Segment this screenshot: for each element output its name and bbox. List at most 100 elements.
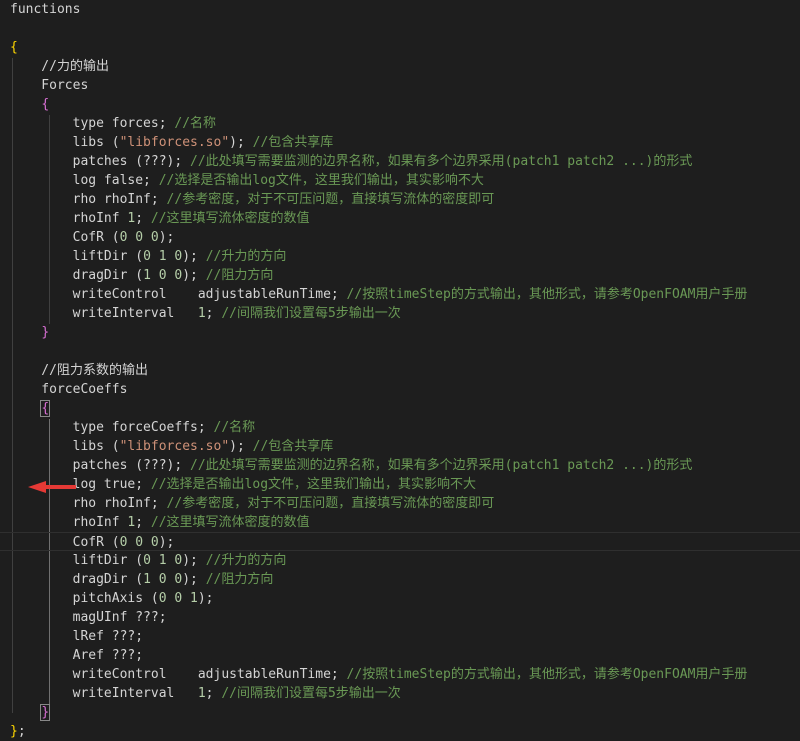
code-token: //参考密度，对于不可压问题，直接填写流体的密度即可 — [166, 192, 495, 207]
code-line[interactable]: { — [0, 399, 800, 418]
code-token: //包含共享库 — [252, 135, 334, 150]
code-token: ; — [205, 306, 222, 321]
code-line[interactable]: lRef ???; — [0, 627, 800, 646]
code-token: ); — [229, 135, 253, 150]
code-line[interactable]: Aref ???; — [0, 646, 800, 665]
code-line[interactable]: forceCoeffs — [0, 380, 800, 399]
code-token: ); — [182, 553, 206, 568]
code-token: rho rhoInf; — [10, 192, 167, 207]
code-line[interactable]: libs ("libforces.so"); //包含共享库 — [0, 437, 800, 456]
code-line[interactable]: rho rhoInf; //参考密度，对于不可压问题，直接填写流体的密度即可 — [0, 494, 800, 513]
code-token: patches (???); — [10, 458, 191, 473]
code-line[interactable]: log true; //选择是否输出log文件，这里我们输出，其实影响不大 — [0, 475, 800, 494]
code-token: ; — [135, 515, 151, 530]
code-token: ; — [17, 724, 26, 739]
code-line[interactable]: writeInterval 1; //间隔我们设置每5步输出一次 — [0, 304, 800, 323]
code-token: type forceCoeffs — [10, 420, 198, 435]
code-line[interactable]: writeInterval 1; //间隔我们设置每5步输出一次 — [0, 684, 800, 703]
code-line[interactable]: pitchAxis (0 0 1); — [0, 589, 800, 608]
code-token: "libforces.so" — [119, 439, 230, 454]
code-token: 1 0 0 — [143, 572, 183, 587]
code-line[interactable]: dragDir (1 0 0); //阻力方向 — [0, 266, 800, 285]
code-line[interactable]: liftDir (0 1 0); //升力的方向 — [0, 247, 800, 266]
code-token: //升力的方向 — [205, 553, 287, 568]
code-token: rhoInf — [10, 211, 128, 226]
code-token: lRef ???; — [10, 629, 144, 644]
code-token: rho rhoInf; — [10, 496, 167, 511]
code-line[interactable]: rhoInf 1; //这里填写流体密度的数值 — [0, 513, 800, 532]
code-token: } — [40, 704, 51, 721]
code-line[interactable]: patches (???); //此处填写需要监测的边界名称，如果有多个边界采用… — [0, 456, 800, 475]
code-token: liftDir ( — [10, 249, 144, 264]
code-token: writeControl adjustableRunTime; — [10, 287, 347, 302]
code-token: functions — [10, 2, 81, 17]
code-line[interactable]: //力的输出 — [0, 57, 800, 76]
code-line[interactable]: dragDir (1 0 0); //阻力方向 — [0, 570, 800, 589]
code-token: } — [41, 325, 50, 340]
code-line[interactable]: type forces; //名称 — [0, 114, 800, 133]
code-token: libs ( — [10, 135, 120, 150]
code-line[interactable]: { — [0, 95, 800, 114]
code-token: //按照timeStep的方式输出，其他形式，请参考OpenFOAM用户手册 — [346, 287, 748, 302]
code-line[interactable]: rho rhoInf; //参考密度，对于不可压问题，直接填写流体的密度即可 — [0, 190, 800, 209]
code-token: liftDir ( — [10, 553, 144, 568]
code-token: ); — [197, 591, 214, 606]
code-token: dragDir ( — [10, 268, 144, 283]
code-line[interactable]: liftDir (0 1 0); //升力的方向 — [0, 551, 800, 570]
code-line[interactable] — [0, 342, 800, 361]
code-line[interactable]: { — [0, 38, 800, 57]
code-token: //选择是否输出log文件，这里我们输出，其实影响不大 — [150, 477, 477, 492]
code-token: forceCoeffs — [10, 382, 128, 397]
code-token: //阻力方向 — [205, 572, 274, 587]
code-line[interactable]: writeControl adjustableRunTime; //按照time… — [0, 285, 800, 304]
code-token: libs ( — [10, 439, 120, 454]
code-token: dragDir ( — [10, 572, 144, 587]
code-token: //力的输出 — [10, 59, 109, 74]
code-line[interactable]: Forces — [0, 76, 800, 95]
code-token: CofR ( — [10, 535, 120, 550]
code-token: { — [10, 40, 18, 55]
code-line[interactable]: writeControl adjustableRunTime; //按照time… — [0, 665, 800, 684]
code-line[interactable] — [0, 19, 800, 38]
code-line[interactable]: //阻力系数的输出 — [0, 361, 800, 380]
code-token: //包含共享库 — [252, 439, 334, 454]
code-token: rhoInf — [10, 515, 128, 530]
code-token: //按照timeStep的方式输出，其他形式，请参考OpenFOAM用户手册 — [346, 667, 748, 682]
code-token: writeInterval — [10, 686, 198, 701]
code-line[interactable]: log false; //选择是否输出log文件，这里我们输出，其实影响不大 — [0, 171, 800, 190]
code-token: //参考密度，对于不可压问题，直接填写流体的密度即可 — [166, 496, 495, 511]
code-token: //升力的方向 — [205, 249, 287, 264]
code-line[interactable]: } — [0, 323, 800, 342]
code-token: //选择是否输出log文件，这里我们输出，其实影响不大 — [158, 173, 484, 188]
code-token: ); — [182, 268, 206, 283]
code-token: //这里填写流体密度的数值 — [150, 515, 310, 530]
code-token: CofR ( — [10, 230, 120, 245]
code-line[interactable]: type forceCoeffs; //名称 — [0, 418, 800, 437]
code-token: 1 0 0 — [143, 268, 183, 283]
code-line[interactable]: }; — [0, 722, 800, 741]
code-line[interactable]: functions — [0, 0, 800, 19]
code-token: 0 1 0 — [143, 249, 183, 264]
code-line[interactable]: magUInf ???; — [0, 608, 800, 627]
code-token: //名称 — [174, 116, 217, 131]
code-line[interactable]: rhoInf 1; //这里填写流体密度的数值 — [0, 209, 800, 228]
code-line[interactable]: } — [0, 703, 800, 722]
code-editor[interactable]: functions { //力的输出 Forces { type forces; … — [0, 0, 800, 741]
code-token: //间隔我们设置每5步输出一次 — [221, 686, 401, 701]
code-line[interactable]: libs ("libforces.so"); //包含共享库 — [0, 133, 800, 152]
code-token: //这里填写流体密度的数值 — [150, 211, 310, 226]
code-line-current[interactable]: CofR (0 0 0); — [0, 532, 800, 551]
code-token: ; — [205, 686, 222, 701]
code-token: ); — [158, 230, 175, 245]
code-token: "libforces.so" — [119, 135, 230, 150]
code-token: log false; — [10, 173, 159, 188]
code-token: ); — [229, 439, 253, 454]
code-line[interactable]: patches (???); //此处填写需要监测的边界名称，如果有多个边界采用… — [0, 152, 800, 171]
code-line[interactable]: CofR (0 0 0); — [0, 228, 800, 247]
code-token: //间隔我们设置每5步输出一次 — [221, 306, 401, 321]
code-token: pitchAxis ( — [10, 591, 159, 606]
